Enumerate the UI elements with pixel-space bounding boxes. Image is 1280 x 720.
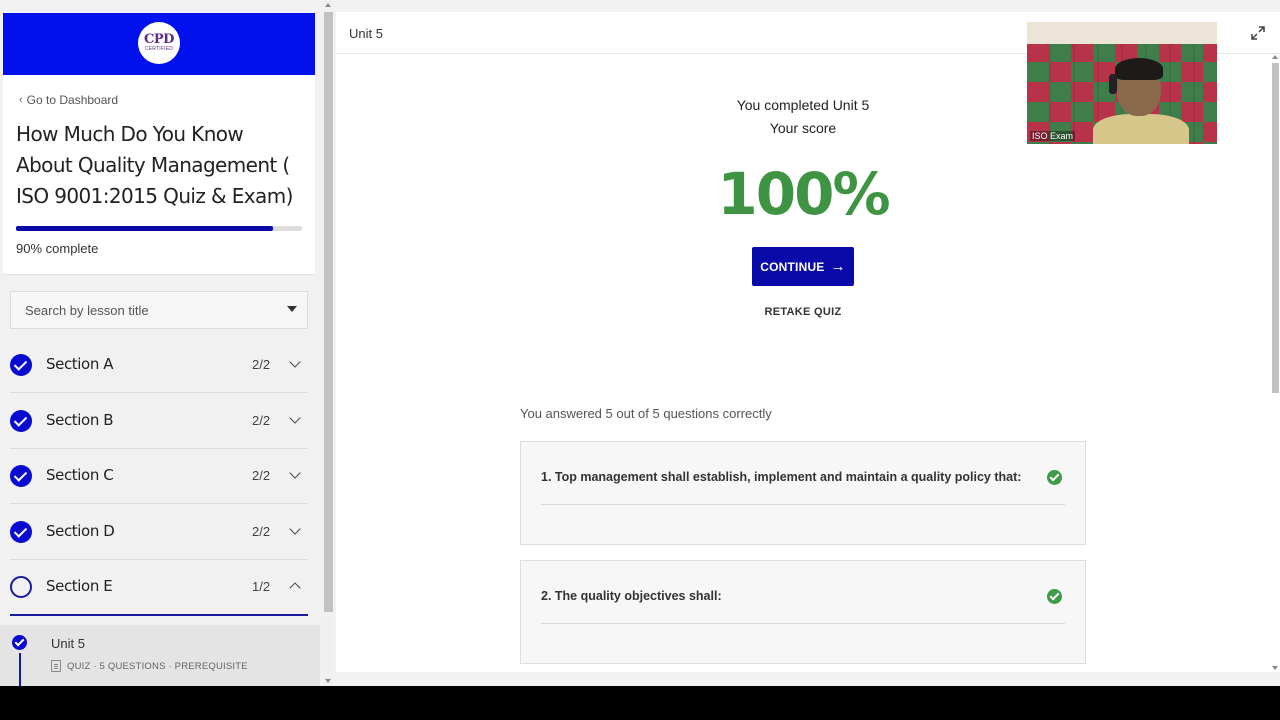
lesson-meta: QUIZ · 5 QUESTIONS · PREREQUISITE [51, 660, 248, 672]
score-label: Your score [769, 120, 837, 136]
active-section-underline [10, 614, 308, 616]
divider [10, 503, 308, 504]
lesson-meta-text: QUIZ · 5 QUESTIONS · PREREQUISITE [67, 660, 248, 672]
headset-icon [1109, 74, 1117, 94]
check-circle-icon [10, 465, 32, 487]
quiz-icon [51, 660, 61, 672]
empty-circle-icon [10, 576, 32, 598]
section-name: Section C [46, 466, 114, 484]
webcam-wall [1027, 22, 1217, 44]
correct-check-icon [1047, 470, 1062, 485]
chevron-down-icon [289, 467, 301, 479]
question-text: 1. Top management shall establish, imple… [541, 470, 1022, 484]
go-to-dashboard-link[interactable]: ‹ Go to Dashboard [19, 93, 118, 107]
scroll-down-arrow-icon[interactable] [1272, 666, 1278, 670]
continue-label: CONTINUE [760, 259, 825, 274]
check-circle-icon [10, 521, 32, 543]
caret-down-icon [287, 306, 297, 312]
section-progress-count: 2/2 [252, 468, 271, 483]
question-text: 2. The quality objectives shall: [541, 589, 722, 603]
scrollbar-thumb[interactable] [324, 12, 333, 612]
back-link-label: Go to Dashboard [26, 93, 119, 107]
section-progress-count: 2/2 [252, 413, 271, 428]
section-name: Section D [46, 522, 115, 540]
question-card[interactable]: 2. The quality objectives shall: [520, 560, 1086, 664]
course-title: How Much Do You Know About Quality Manag… [16, 122, 293, 208]
check-circle-icon [12, 635, 27, 650]
expand-icon[interactable] [1250, 25, 1266, 41]
question-card[interactable]: 1. Top management shall establish, imple… [520, 441, 1086, 545]
chevron-down-icon [289, 356, 301, 368]
scroll-up-arrow-icon[interactable] [1272, 55, 1278, 59]
section-row-e[interactable]: Section E 1/2 [0, 560, 318, 615]
progress-fill [16, 226, 274, 231]
progress-label: 90% complete [16, 241, 99, 256]
section-row-a[interactable]: Section A 2/2 [0, 338, 318, 393]
cpd-logo: CPD CERTIFIED [138, 22, 180, 64]
continue-button[interactable]: CONTINUE → [752, 247, 854, 286]
chevron-up-icon [289, 582, 301, 594]
scroll-down-arrow-icon[interactable] [325, 679, 331, 683]
section-progress-count: 2/2 [252, 357, 271, 372]
video-letterbox-bar [0, 686, 1280, 720]
divider [541, 504, 1065, 505]
divider [541, 623, 1065, 624]
course-progress-bar [16, 226, 302, 231]
completion-message: You completed Unit 5 [736, 97, 870, 113]
sidebar: CPD CERTIFIED ‹ Go to Dashboard How Much… [0, 0, 322, 686]
section-progress-count: 1/2 [252, 579, 271, 594]
course-card: ‹ Go to Dashboard How Much Do You Know A… [3, 75, 315, 275]
section-progress-count: 2/2 [252, 524, 271, 539]
scrollbar-thumb[interactable] [1272, 63, 1279, 393]
check-circle-icon [10, 354, 32, 376]
section-name: Section E [46, 577, 113, 595]
score-value: 100% [717, 160, 890, 228]
chevron-left-icon: ‹ [19, 94, 23, 106]
divider [10, 392, 308, 393]
section-name: Section B [46, 411, 114, 429]
section-row-c[interactable]: Section C 2/2 [0, 449, 318, 504]
scroll-up-arrow-icon[interactable] [325, 3, 331, 7]
chevron-down-icon [289, 412, 301, 424]
retake-quiz-button[interactable]: RETAKE QUIZ [336, 306, 1270, 318]
lesson-search-dropdown[interactable]: Search by lesson title [10, 291, 308, 329]
page-title: Unit 5 [349, 26, 383, 41]
lesson-connector-line [19, 653, 21, 686]
arrow-right-icon: → [830, 257, 846, 275]
main-scrollbar[interactable] [1270, 55, 1280, 672]
person-hair [1115, 58, 1163, 80]
section-row-b[interactable]: Section B 2/2 [0, 394, 318, 449]
main-content: Unit 5 ISO Exam You completed Unit 5 You… [336, 12, 1280, 672]
lesson-item-unit-5[interactable]: Unit 5 QUIZ · 5 QUESTIONS · PREREQUISITE [0, 625, 320, 686]
correct-check-icon [1047, 589, 1062, 604]
section-row-d[interactable]: Section D 2/2 [0, 505, 318, 560]
search-placeholder: Search by lesson title [25, 302, 149, 318]
check-circle-icon [10, 410, 32, 432]
section-name: Section A [46, 355, 114, 373]
chevron-down-icon [289, 523, 301, 535]
sidebar-scrollbar[interactable] [322, 0, 334, 686]
lesson-name: Unit 5 [51, 636, 85, 651]
answered-summary: You answered 5 out of 5 questions correc… [520, 406, 772, 421]
